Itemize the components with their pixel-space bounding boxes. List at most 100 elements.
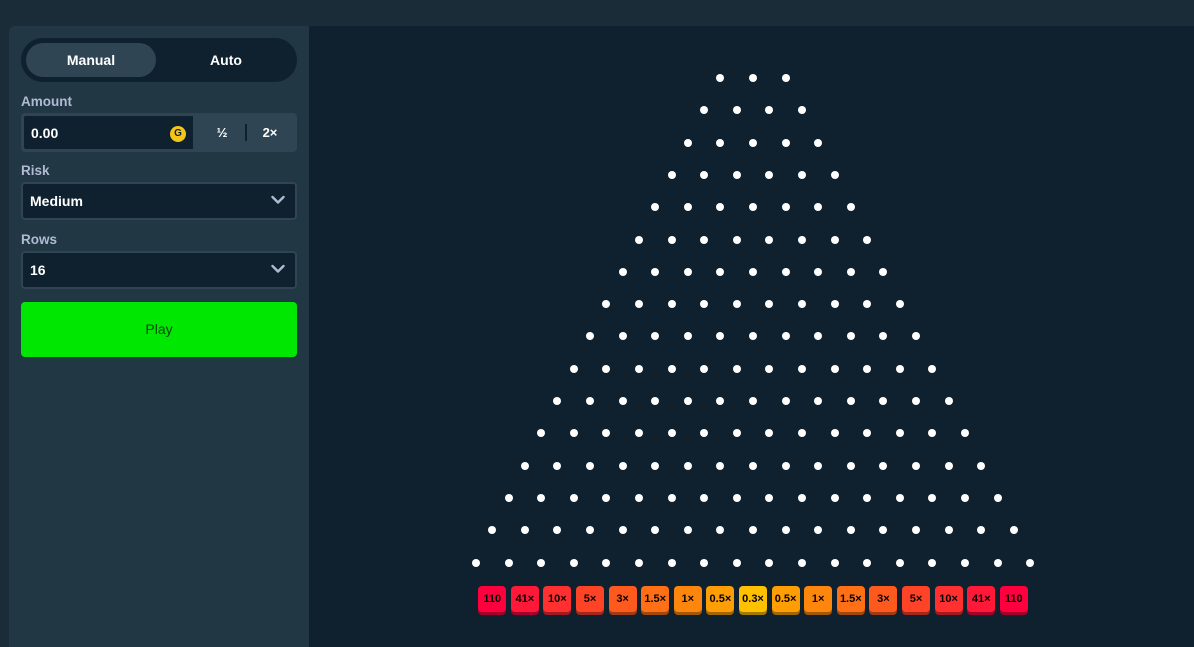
peg — [1009, 526, 1018, 535]
peg — [765, 364, 774, 373]
peg — [716, 332, 725, 341]
peg — [814, 461, 823, 470]
peg — [781, 203, 790, 212]
peg — [765, 300, 774, 309]
peg — [586, 526, 594, 535]
peg — [683, 138, 692, 147]
peg — [830, 558, 839, 567]
peg — [765, 429, 774, 438]
peg — [749, 267, 757, 276]
peg — [634, 558, 643, 567]
tab-manual[interactable]: Manual — [26, 43, 156, 77]
peg — [977, 461, 986, 470]
peg — [700, 300, 709, 309]
peg — [732, 235, 741, 244]
peg — [846, 526, 855, 535]
risk-select[interactable]: Medium — [21, 182, 297, 220]
peg — [651, 203, 660, 212]
peg — [944, 461, 953, 470]
peg — [700, 429, 709, 438]
peg — [634, 300, 643, 309]
peg — [781, 526, 790, 535]
coin-icon: G — [170, 126, 186, 142]
peg — [700, 558, 709, 567]
peg — [618, 267, 627, 276]
peg — [716, 461, 725, 470]
peg — [797, 493, 806, 502]
peg — [814, 267, 823, 276]
peg — [879, 332, 888, 341]
peg — [846, 332, 855, 341]
peg — [879, 526, 888, 535]
multiplier-bucket: 1.5× — [836, 586, 865, 612]
peg — [814, 203, 823, 212]
half-amount-button[interactable]: ½ — [197, 115, 247, 150]
multiplier-bucket: 110 — [478, 586, 507, 612]
peg — [895, 429, 904, 438]
peg — [765, 235, 774, 244]
peg — [634, 235, 643, 244]
multiplier-bucket: 1× — [673, 586, 702, 612]
amount-input[interactable]: 0.00 G — [23, 115, 194, 150]
peg — [732, 493, 741, 502]
peg — [895, 558, 904, 567]
peg — [537, 558, 546, 567]
peg — [830, 235, 839, 244]
play-button[interactable]: Play — [21, 302, 297, 357]
multiplier-bucket: 3× — [869, 586, 898, 612]
peg — [667, 235, 676, 244]
peg — [749, 203, 757, 212]
peg — [781, 267, 790, 276]
peg — [504, 558, 513, 567]
peg — [700, 235, 709, 244]
peg — [602, 558, 611, 567]
mode-toggle: Manual Auto — [21, 38, 297, 82]
chevron-down-icon — [271, 195, 285, 204]
peg — [700, 170, 709, 179]
peg — [716, 203, 725, 212]
bet-controls-panel: Manual Auto Amount 0.00 G ½ 2× Risk Medi… — [9, 26, 309, 647]
peg — [797, 429, 806, 438]
multiplier-bucket: 1.5× — [641, 586, 670, 612]
peg — [797, 364, 806, 373]
peg — [781, 461, 790, 470]
peg — [912, 332, 920, 341]
tab-auto[interactable]: Auto — [161, 43, 291, 77]
peg — [569, 429, 578, 438]
rows-label: Rows — [21, 232, 58, 247]
peg — [683, 397, 692, 405]
peg — [700, 493, 709, 502]
peg — [553, 397, 562, 405]
peg — [912, 397, 920, 405]
peg — [537, 429, 546, 438]
peg — [765, 493, 774, 502]
rows-value: 16 — [30, 262, 46, 278]
peg — [618, 526, 627, 535]
peg — [602, 493, 611, 502]
peg — [928, 493, 937, 502]
peg — [765, 106, 774, 115]
peg — [814, 397, 823, 405]
peg — [993, 493, 1002, 502]
peg — [683, 267, 692, 276]
peg — [488, 526, 497, 535]
peg — [732, 558, 741, 567]
amount-label: Amount — [21, 94, 72, 109]
multiplier-bucket: 1× — [804, 586, 833, 612]
peg — [863, 558, 872, 567]
peg — [863, 493, 872, 502]
peg — [781, 332, 790, 341]
rows-select[interactable]: 16 — [21, 251, 297, 289]
peg — [569, 364, 578, 373]
peg — [797, 300, 806, 309]
double-amount-button[interactable]: 2× — [245, 115, 295, 150]
peg — [928, 364, 937, 373]
peg — [814, 526, 823, 535]
peg — [683, 461, 692, 470]
peg — [683, 203, 692, 212]
peg — [846, 267, 855, 276]
peg — [846, 461, 855, 470]
peg — [749, 461, 757, 470]
peg — [928, 429, 937, 438]
peg — [716, 397, 725, 405]
